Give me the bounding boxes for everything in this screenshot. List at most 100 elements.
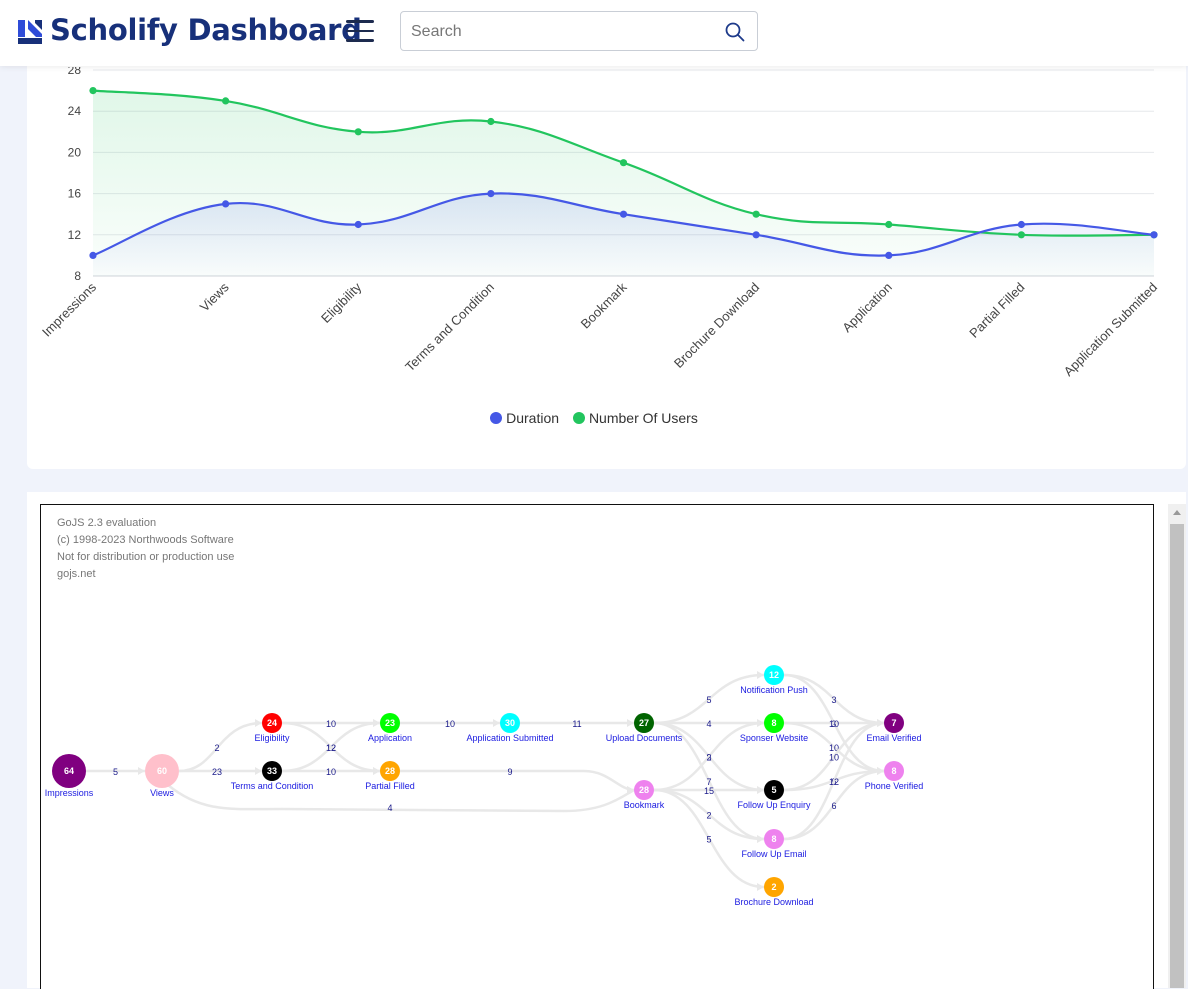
link-value-label: 5 bbox=[706, 835, 711, 845]
link-value-label: 23 bbox=[212, 767, 222, 777]
link-value-label: 12 bbox=[829, 777, 839, 787]
data-point-duration[interactable] bbox=[487, 190, 495, 198]
link-arrowhead bbox=[757, 671, 764, 679]
link-arrowhead bbox=[757, 883, 764, 891]
data-point-duration[interactable] bbox=[1150, 231, 1158, 239]
y-tick-label: 16 bbox=[68, 187, 82, 201]
link-value-label: 10 bbox=[829, 719, 839, 729]
node-label: Upload Documents bbox=[606, 733, 683, 743]
node-value: 23 bbox=[385, 718, 395, 728]
diagram-node-partial[interactable]: 28 Partial Filled bbox=[365, 761, 415, 791]
link-value-label: 3 bbox=[831, 695, 836, 705]
link-value-label: 9 bbox=[507, 767, 512, 777]
diagram-link[interactable] bbox=[178, 721, 263, 773]
y-tick-label: 12 bbox=[68, 228, 82, 242]
node-value: 28 bbox=[385, 766, 395, 776]
x-tick-label: Terms and Condition bbox=[402, 280, 497, 375]
link-arrowhead bbox=[757, 835, 764, 843]
link-arrowhead bbox=[138, 767, 145, 775]
link-value-label: 6 bbox=[831, 801, 836, 811]
diagram-node-application[interactable]: 23 Application bbox=[368, 713, 412, 743]
node-value: 7 bbox=[891, 718, 896, 728]
link-arrowhead bbox=[255, 719, 262, 727]
chart-x-axis-labels: Impressions Views Eligibility Terms and Con… bbox=[39, 279, 1160, 379]
link-arrowhead bbox=[757, 786, 764, 794]
node-value: 30 bbox=[505, 718, 515, 728]
diagram-node-followenq[interactable]: 5 Follow Up Enquiry bbox=[737, 780, 811, 810]
x-tick-label: Brochure Download bbox=[671, 280, 762, 371]
data-point-duration[interactable] bbox=[885, 251, 893, 259]
link-arrowhead bbox=[877, 767, 884, 775]
diagram-node-followemail[interactable]: 8 Follow Up Email bbox=[741, 829, 807, 859]
node-value: 24 bbox=[267, 718, 277, 728]
node-label: Eligibility bbox=[254, 733, 290, 743]
node-label: Terms and Condition bbox=[231, 781, 314, 791]
node-label: Phone Verified bbox=[865, 781, 924, 791]
y-tick-label: 8 bbox=[74, 269, 81, 283]
legend-item-number-of-users[interactable]: Number Of Users bbox=[572, 410, 698, 426]
data-point-number-of-users[interactable] bbox=[1017, 231, 1025, 239]
x-tick-label: Application bbox=[839, 280, 895, 336]
legend-dot-number-of-users bbox=[572, 412, 585, 424]
data-point-number-of-users[interactable] bbox=[354, 128, 362, 136]
logo-icon[interactable] bbox=[16, 18, 44, 46]
diagram-node-brochure[interactable]: 2 Brochure Download bbox=[734, 877, 814, 907]
diagram-node-eligibility[interactable]: 24 Eligibility bbox=[254, 713, 290, 743]
data-point-duration[interactable] bbox=[619, 210, 628, 218]
node-value: 5 bbox=[771, 785, 776, 795]
link-value-label: 12 bbox=[326, 743, 336, 753]
funnel-diagram[interactable]: GoJS 2.3 evaluation (c) 1998-2023 Northw… bbox=[40, 504, 1154, 989]
diagram-scrollbar[interactable] bbox=[1168, 504, 1186, 988]
diagram-node-notif[interactable]: 12 Notification Push bbox=[740, 665, 808, 695]
search-input[interactable] bbox=[409, 12, 713, 52]
data-point-duration[interactable] bbox=[1017, 220, 1025, 229]
link-value-label: 11 bbox=[572, 719, 581, 729]
legend-item-duration[interactable]: Duration bbox=[490, 410, 559, 426]
x-tick-label: Application Submitted bbox=[1061, 280, 1161, 380]
diagram-node-sponser[interactable]: 8 Sponser Website bbox=[740, 713, 808, 743]
data-point-number-of-users[interactable] bbox=[89, 87, 97, 95]
data-point-duration[interactable] bbox=[222, 200, 230, 208]
data-point-number-of-users[interactable] bbox=[487, 117, 495, 126]
diagram-node-emailver[interactable]: 7 Email Verified bbox=[866, 713, 922, 743]
node-label: Follow Up Enquiry bbox=[737, 800, 811, 810]
menu-icon[interactable] bbox=[346, 20, 374, 44]
node-value: 2 bbox=[771, 882, 776, 892]
node-value: 28 bbox=[639, 785, 649, 795]
x-tick-label: Bookmark bbox=[578, 279, 630, 331]
diagram-node-terms[interactable]: 33 Terms and Condition bbox=[231, 761, 314, 791]
link-value-label: 2 bbox=[706, 753, 711, 763]
link-value-label: 5 bbox=[113, 767, 118, 777]
data-point-number-of-users[interactable] bbox=[885, 220, 893, 229]
diagram-node-impressions[interactable]: 64 Impressions bbox=[45, 754, 94, 798]
chart-legend: Duration Number Of Users bbox=[0, 410, 1188, 427]
scroll-up-arrow-icon[interactable] bbox=[1173, 510, 1181, 515]
diagram-canvas[interactable]: 5223410121210109115487215253910101061266… bbox=[41, 505, 1153, 989]
data-point-number-of-users[interactable] bbox=[222, 97, 230, 105]
node-label: Follow Up Email bbox=[741, 849, 806, 859]
node-value: 60 bbox=[157, 766, 167, 776]
search-icon[interactable] bbox=[725, 22, 745, 42]
diagram-node-appsub[interactable]: 30 Application Submitted bbox=[466, 713, 554, 743]
diagram-node-bookmark[interactable]: 28 Bookmark bbox=[624, 780, 665, 810]
data-point-duration[interactable] bbox=[752, 231, 760, 239]
link-value-label: 10 bbox=[829, 753, 839, 763]
scrollbar-thumb[interactable] bbox=[1170, 524, 1184, 988]
diagram-node-phonever[interactable]: 8 Phone Verified bbox=[865, 761, 924, 791]
data-point-number-of-users[interactable] bbox=[619, 159, 628, 167]
node-value: 8 bbox=[891, 766, 896, 776]
data-point-duration[interactable] bbox=[354, 220, 362, 229]
brand-title[interactable]: Scholify Dashboard bbox=[50, 13, 362, 47]
diagram-nodes: 64Impressions 60Views 24 Eligibility 33Terms… bbox=[45, 665, 924, 907]
node-label: Sponser Website bbox=[740, 733, 808, 743]
chart-series bbox=[89, 87, 1158, 276]
diagram-link[interactable] bbox=[400, 769, 635, 792]
search-bar bbox=[400, 11, 758, 52]
legend-label-number-of-users: Number Of Users bbox=[588, 410, 698, 426]
data-point-number-of-users[interactable] bbox=[752, 210, 760, 218]
node-value: 8 bbox=[771, 834, 776, 844]
diagram-node-views[interactable]: 60 Views bbox=[145, 754, 179, 798]
data-point-duration[interactable] bbox=[89, 251, 97, 259]
node-label: Impressions bbox=[45, 788, 94, 798]
x-tick-label: Eligibility bbox=[318, 279, 365, 326]
